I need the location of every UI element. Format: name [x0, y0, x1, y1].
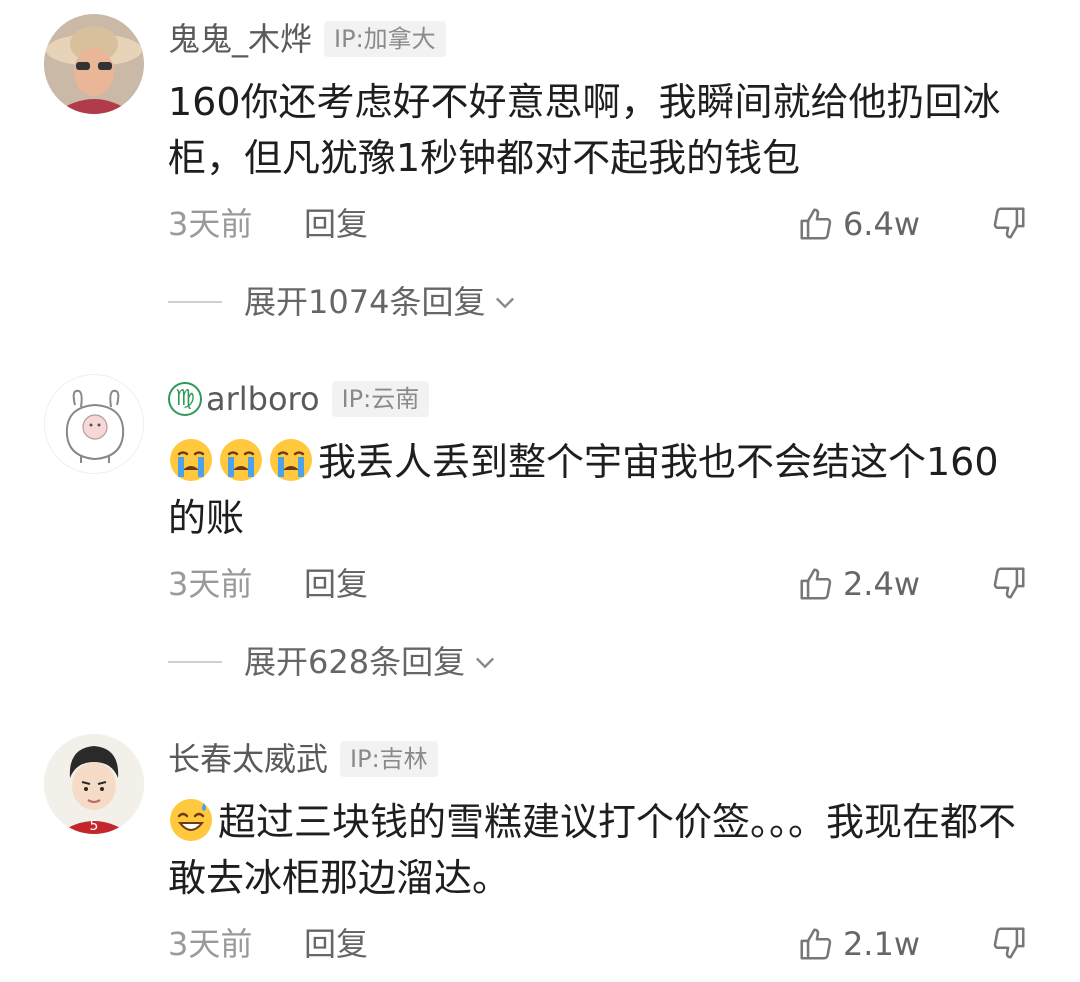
like-button[interactable]: 2.4w: [797, 562, 920, 606]
thumbs-up-icon: [800, 928, 832, 960]
thumbs-down-icon[interactable]: [990, 204, 1028, 242]
avatar[interactable]: 5: [44, 734, 144, 834]
comment-body: 160你还考虑好不好意思啊，我瞬间就给他扔回冰柜，但凡犹豫1秒钟都对不起我的钱包: [168, 80, 1001, 180]
timestamp: 3天前: [168, 205, 253, 243]
expand-replies-button[interactable]: 展开1074条回复: [168, 280, 519, 324]
username-text: arlboro: [206, 380, 320, 418]
crying-face-emoji: [218, 437, 264, 483]
thumbs-up-icon: [800, 208, 832, 240]
thumbs-up-icon: [800, 568, 832, 600]
username[interactable]: 长春太威武: [168, 738, 328, 780]
timestamp: 3天前: [168, 565, 253, 603]
reply-button[interactable]: 回复: [304, 202, 368, 246]
comment-meta: 3天前 回复 2.1w: [168, 922, 1028, 966]
grinning-sweat-emoji: [168, 797, 214, 843]
username[interactable]: 鬼鬼_木烨: [168, 18, 312, 60]
avatar[interactable]: [44, 374, 144, 474]
crying-face-emoji: [268, 437, 314, 483]
timestamp: 3天前: [168, 925, 253, 963]
ip-location-badge: IP:云南: [331, 381, 430, 417]
like-count: 6.4w: [842, 205, 920, 243]
comment-meta: 3天前 回复 6.4w: [168, 202, 1028, 246]
thumbs-down-icon[interactable]: [990, 564, 1028, 602]
reply-button[interactable]: 回复: [304, 562, 368, 606]
expand-replies-label: 展开1074条回复: [244, 283, 486, 321]
reply-button[interactable]: 回复: [304, 922, 368, 966]
virgo-icon: ♍: [168, 382, 202, 416]
comment-text: 我丢人丢到整个宇宙我也不会结这个160的账: [168, 434, 1028, 546]
divider-line: [168, 661, 222, 663]
like-count: 2.1w: [842, 925, 920, 963]
avatar[interactable]: [44, 14, 144, 114]
name-row: ♍ arlboro IP:云南: [168, 378, 430, 420]
comment-text: 160你还考虑好不好意思啊，我瞬间就给他扔回冰柜，但凡犹豫1秒钟都对不起我的钱包: [168, 74, 1028, 186]
thumbs-down-icon[interactable]: [990, 924, 1028, 962]
like-count: 2.4w: [842, 565, 920, 603]
username[interactable]: ♍ arlboro: [168, 378, 320, 420]
crying-face-emoji: [168, 437, 214, 483]
expand-replies-label: 展开628条回复: [244, 643, 466, 681]
like-button[interactable]: 6.4w: [797, 202, 920, 246]
comment-text: 超过三块钱的雪糕建议打个价签。。。我现在都不敢去冰柜那边溜达。: [168, 794, 1028, 906]
like-button[interactable]: 2.1w: [797, 922, 920, 966]
comment-body: 超过三块钱的雪糕建议打个价签。。。我现在都不敢去冰柜那边溜达。: [168, 800, 1017, 900]
svg-text:5: 5: [90, 818, 99, 834]
comment-meta: 3天前 回复 2.4w: [168, 562, 1028, 606]
name-row: 长春太威武 IP:吉林: [168, 738, 438, 780]
ip-location-badge: IP:加拿大: [324, 21, 446, 57]
name-row: 鬼鬼_木烨 IP:加拿大: [168, 18, 446, 60]
ip-location-badge: IP:吉林: [340, 741, 438, 777]
chevron-down-icon: [496, 297, 515, 309]
expand-replies-button[interactable]: 展开628条回复: [168, 640, 499, 684]
divider-line: [168, 301, 222, 303]
chevron-down-icon: [476, 657, 495, 669]
